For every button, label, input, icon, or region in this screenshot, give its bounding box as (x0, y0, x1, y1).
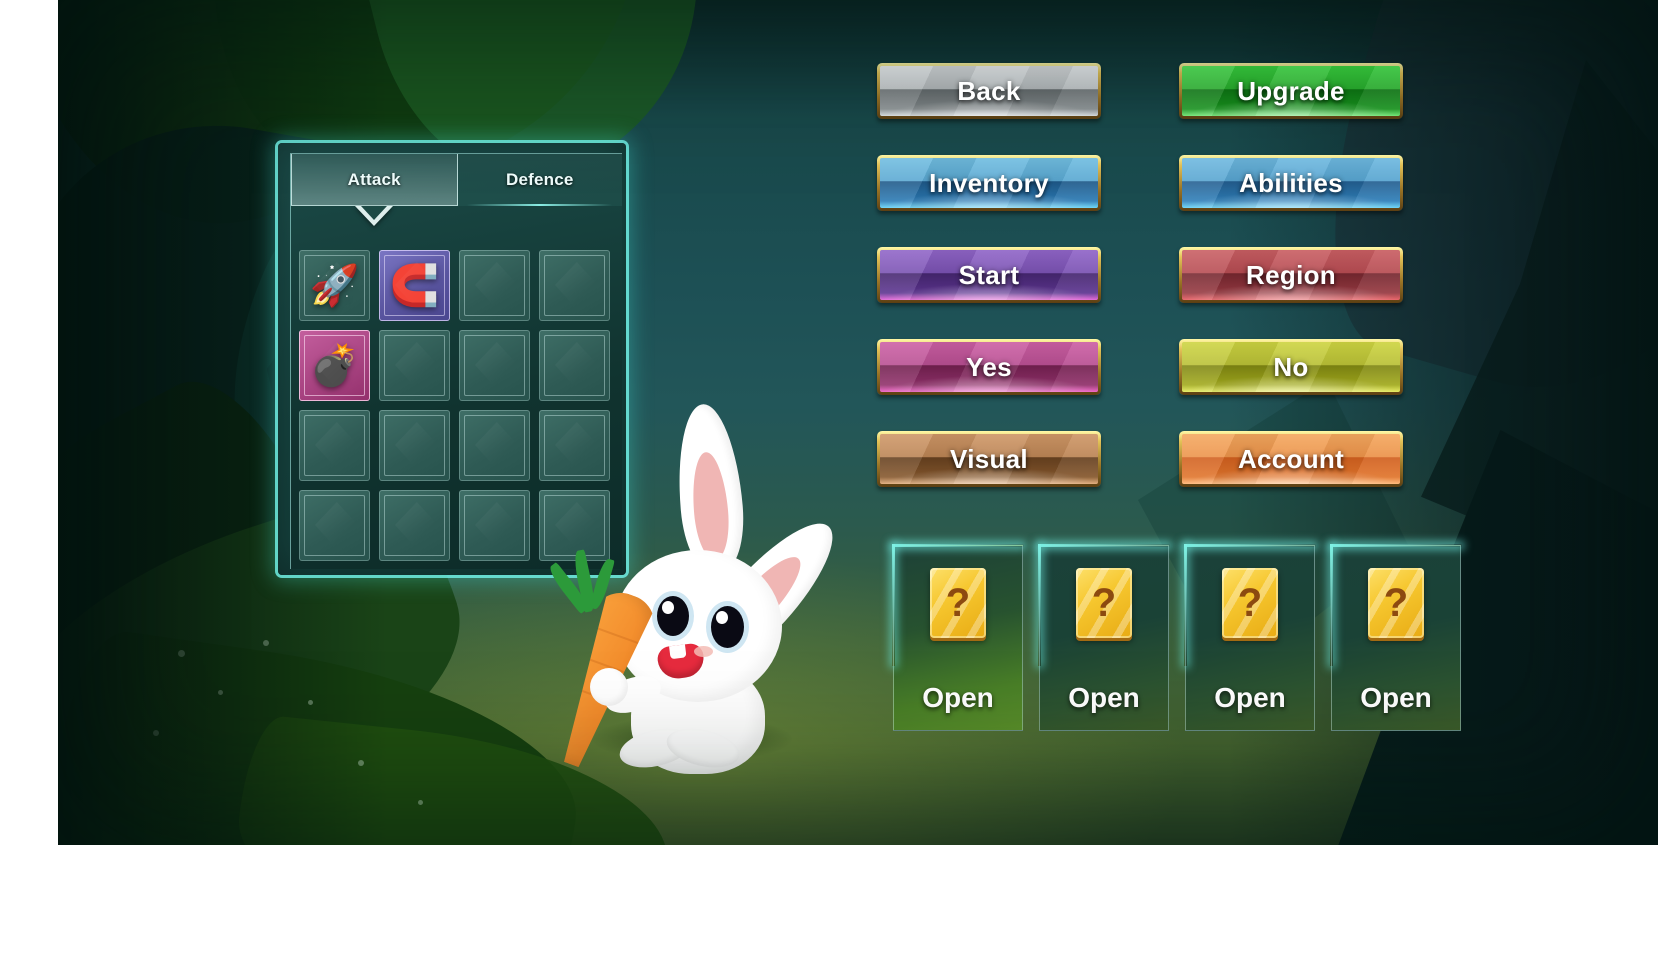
chest-glow-top (1184, 544, 1316, 547)
chest-glow-left (892, 544, 895, 666)
chevron-down-icon (355, 206, 394, 226)
inventory-button[interactable]: Inventory (877, 155, 1101, 211)
chest-open-label: Open (1068, 682, 1140, 713)
inventory-slot[interactable]: 🚀 (299, 250, 370, 321)
inventory-slot[interactable] (379, 410, 450, 481)
region-button[interactable]: Region (1179, 247, 1403, 303)
chest-open-label: Open (1360, 682, 1432, 713)
yes-button[interactable]: Yes (877, 339, 1101, 395)
chest-card[interactable]: ? Open (1184, 544, 1316, 731)
tab-defence[interactable]: Defence (457, 154, 622, 206)
chest-card[interactable]: ? Open (1038, 544, 1170, 731)
chest-glow-left (1330, 544, 1333, 666)
chest-glow-top (1038, 544, 1170, 547)
bomb-icon: 💣 (309, 343, 360, 388)
upgrade-button[interactable]: Upgrade (1179, 63, 1403, 119)
magnet-icon: 🧲 (389, 263, 440, 308)
account-button[interactable]: Account (1179, 431, 1403, 487)
game-screenshot: Attack Defence 🚀 🧲 💣 Back Upgrade Invent… (0, 0, 1658, 980)
inventory-slot[interactable]: 💣 (299, 330, 370, 401)
start-button-label: Start (958, 259, 1020, 290)
question-mark-glyph: ? (1383, 581, 1409, 625)
mystery-card-icon: ? (1222, 568, 1278, 638)
inventory-slot[interactable]: 🧲 (379, 250, 450, 321)
menu-row: Start Region (877, 247, 1437, 303)
menu-row: Yes No (877, 339, 1437, 395)
dew-drop (418, 800, 423, 805)
chest-open-label: Open (922, 682, 994, 713)
visual-button-label: Visual (950, 443, 1028, 474)
menu-row: Inventory Abilities (877, 155, 1437, 211)
abilities-button[interactable]: Abilities (1179, 155, 1403, 211)
tab-defence-label: Defence (505, 170, 574, 189)
back-button-label: Back (957, 75, 1021, 106)
mystery-card-icon: ? (930, 568, 986, 638)
mystery-card-icon: ? (1076, 568, 1132, 638)
menu-row: Visual Account (877, 431, 1437, 487)
inventory-button-label: Inventory (929, 167, 1049, 198)
inventory-slot[interactable] (379, 490, 450, 561)
bunny-cheek (694, 646, 713, 657)
rocket-icon: 🚀 (309, 263, 360, 308)
inventory-slot[interactable] (539, 330, 610, 401)
tab-attack[interactable]: Attack (291, 154, 458, 226)
inventory-slot[interactable] (539, 250, 610, 321)
chest-glow-left (1038, 544, 1041, 666)
inventory-slot[interactable] (299, 490, 370, 561)
chest-card[interactable]: ? Open (1330, 544, 1462, 731)
chest-card[interactable]: ? Open (892, 544, 1024, 731)
mystery-card-icon: ? (1368, 568, 1424, 638)
bunny-eye (711, 606, 744, 648)
bunny-ear-left (671, 401, 749, 575)
start-button[interactable]: Start (877, 247, 1101, 303)
question-mark-glyph: ? (1091, 581, 1117, 625)
inventory-slot[interactable] (459, 330, 530, 401)
back-button[interactable]: Back (877, 63, 1101, 119)
game-scene: Attack Defence 🚀 🧲 💣 Back Upgrade Invent… (58, 0, 1658, 845)
bunny-paw (590, 668, 628, 706)
no-button[interactable]: No (1179, 339, 1403, 395)
tab-attack-label: Attack (347, 169, 401, 189)
upgrade-button-label: Upgrade (1237, 75, 1345, 106)
account-button-label: Account (1237, 443, 1345, 474)
inventory-slot[interactable] (459, 250, 530, 321)
inventory-slot[interactable] (459, 490, 530, 561)
chest-open-label: Open (1214, 682, 1286, 713)
bunny-character (526, 400, 856, 790)
question-mark-glyph: ? (945, 581, 971, 625)
inventory-slot[interactable] (299, 410, 370, 481)
inventory-slot[interactable] (459, 410, 530, 481)
chest-glow-top (1330, 544, 1462, 547)
chest-glow-left (1184, 544, 1187, 666)
main-menu: Back Upgrade Inventory Abilities Start R… (877, 63, 1437, 523)
region-button-label: Region (1246, 259, 1336, 290)
chest-row: ? Open ? Open ? Open ? Open (892, 544, 1462, 731)
question-mark-glyph: ? (1237, 581, 1263, 625)
menu-row: Back Upgrade (877, 63, 1437, 119)
inventory-slot[interactable] (379, 330, 450, 401)
abilities-button-label: Abilities (1239, 167, 1343, 198)
visual-button[interactable]: Visual (877, 431, 1101, 487)
inventory-tabs: Attack Defence (291, 154, 622, 226)
no-button-label: No (1273, 351, 1309, 382)
bunny-eye (657, 596, 689, 636)
yes-button-label: Yes (966, 351, 1012, 382)
chest-glow-top (892, 544, 1024, 547)
